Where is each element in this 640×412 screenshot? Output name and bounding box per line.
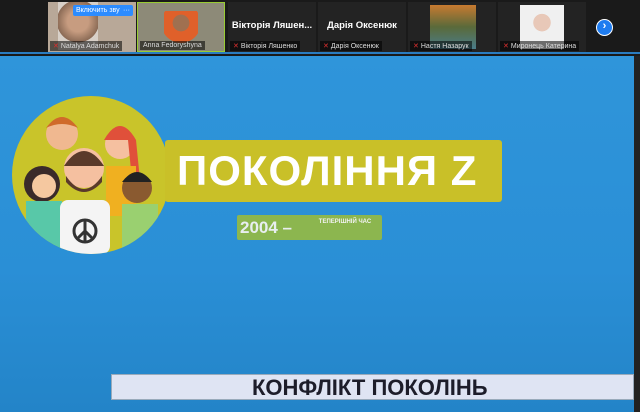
people-illustration bbox=[12, 96, 170, 254]
participant-display-name: Вікторія Ляшен... bbox=[231, 20, 313, 31]
participant-name: Natalya Adamchuk bbox=[60, 43, 120, 50]
period-badge: 2004 – ТЕПЕРІШНІЙ ЧАС bbox=[237, 215, 382, 240]
muted-mic-icon: ✕ bbox=[233, 43, 239, 50]
slide-title: ПОКОЛІННЯ Z bbox=[165, 140, 502, 202]
muted-mic-icon: ✕ bbox=[413, 43, 419, 50]
muted-mic-icon: ✕ bbox=[503, 43, 509, 50]
period-start: 2004 – bbox=[240, 218, 292, 237]
participant-strip: Включить звук ··· ✕ Natalya Adamchuk Anna… bbox=[0, 0, 640, 54]
participant-tile[interactable]: Дарія Оксенюк ✕ Дарія Оксенюк bbox=[318, 2, 406, 52]
participant-tile[interactable]: Включить звук ··· ✕ Natalya Adamchuk bbox=[48, 2, 136, 52]
participant-tile[interactable]: ✕ Настя Назарук bbox=[408, 2, 496, 52]
more-options-button[interactable]: ··· bbox=[120, 5, 133, 16]
participant-name: Вікторія Ляшенко bbox=[240, 43, 298, 50]
window-edge bbox=[634, 56, 640, 412]
participant-tile[interactable]: ✕ Миронець Катерина bbox=[498, 2, 586, 52]
muted-mic-icon: ✕ bbox=[323, 43, 329, 50]
muted-mic-icon: ✕ bbox=[53, 43, 59, 50]
unmute-button[interactable]: Включить звук bbox=[73, 5, 126, 16]
participant-name: Anna Fedoryshyna bbox=[143, 42, 202, 49]
next-page-button[interactable]: › bbox=[596, 19, 613, 36]
participant-tile[interactable]: Вікторія Ляшен... ✕ Вікторія Ляшенко bbox=[228, 2, 316, 52]
shared-screen-slide: ПОКОЛІННЯ Z 2004 – ТЕПЕРІШНІЙ ЧАС КОНФЛІ… bbox=[0, 56, 634, 412]
participant-name: Дарія Оксенюк bbox=[330, 43, 379, 50]
participant-name: Миронець Катерина bbox=[510, 43, 577, 50]
participant-display-name: Дарія Оксенюк bbox=[327, 20, 397, 31]
slide-subtitle: КОНФЛІКТ ПОКОЛІНЬ bbox=[111, 374, 634, 400]
period-end: ТЕПЕРІШНІЙ ЧАС bbox=[318, 219, 372, 225]
participant-name: Настя Назарук bbox=[420, 43, 469, 50]
participant-tile[interactable]: Anna Fedoryshyna bbox=[137, 2, 225, 52]
